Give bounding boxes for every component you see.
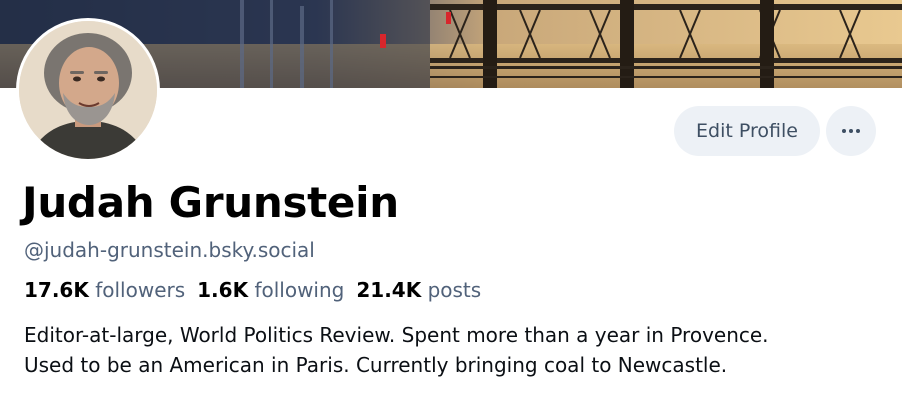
following-label: following bbox=[254, 278, 345, 302]
posts-label: posts bbox=[427, 278, 482, 302]
followers-label: followers bbox=[95, 278, 186, 302]
bio-line: Editor-at-large, World Politics Review. … bbox=[24, 323, 769, 347]
following-stat[interactable]: 1.6K following bbox=[197, 276, 344, 304]
more-horizontal-icon bbox=[842, 129, 860, 133]
profile-stats: 17.6K followers 1.6K following 21.4K pos… bbox=[24, 276, 481, 304]
followers-count: 17.6K bbox=[24, 278, 89, 302]
profile-bio: Editor-at-large, World Politics Review. … bbox=[24, 320, 884, 380]
posts-count: 21.4K bbox=[356, 278, 422, 302]
profile-handle: @judah-grunstein.bsky.social bbox=[24, 238, 315, 262]
following-count: 1.6K bbox=[197, 278, 249, 302]
edit-profile-button[interactable]: Edit Profile bbox=[674, 106, 820, 156]
display-name: Judah Grunstein bbox=[22, 178, 399, 227]
followers-stat[interactable]: 17.6K followers bbox=[24, 276, 185, 304]
avatar[interactable] bbox=[16, 18, 160, 162]
bio-line: Used to be an American in Paris. Current… bbox=[24, 353, 728, 377]
posts-stat: 21.4K posts bbox=[356, 276, 481, 304]
more-options-button[interactable] bbox=[826, 106, 876, 156]
